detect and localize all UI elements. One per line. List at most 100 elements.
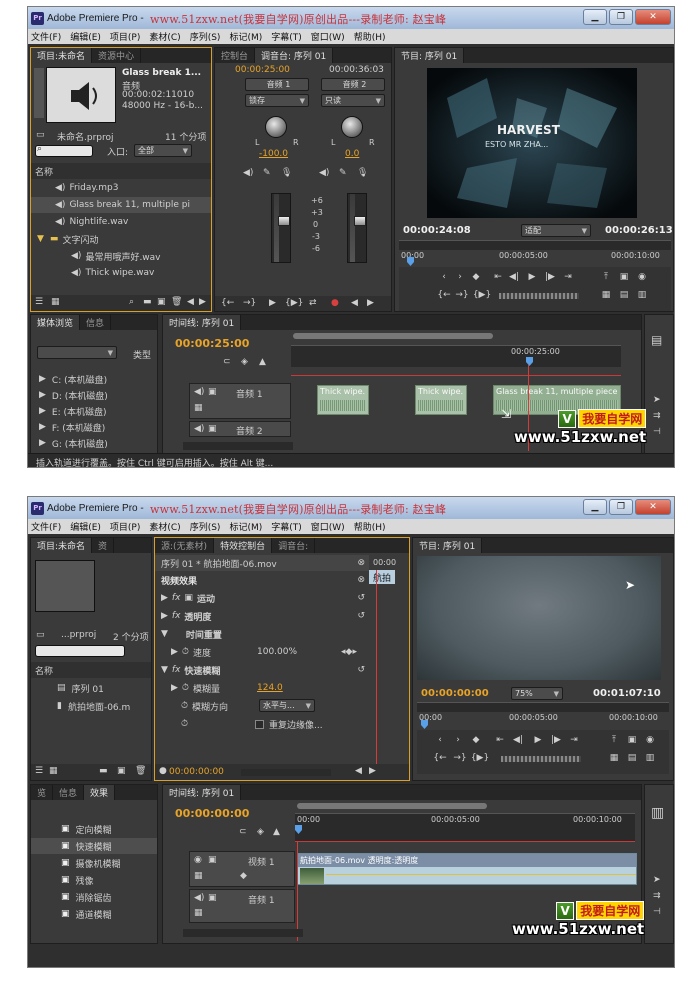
loop-icon[interactable]: ⇄ (309, 298, 317, 308)
scroll-right-icon[interactable]: ▶ (199, 297, 206, 307)
effect-controls-timecode[interactable]: 00:00:00:00 (169, 767, 224, 777)
play-icon[interactable]: ▶ (531, 734, 545, 746)
timeline-zoom-slider[interactable] (183, 442, 293, 450)
scroll-left-icon[interactable]: ◀ (351, 298, 358, 308)
menu-clip[interactable]: 素材(C) (149, 30, 180, 43)
list-item[interactable]: ▮ 航拍地面-06.m (31, 698, 151, 714)
keyframe-navigator-icon[interactable]: ◂◆▸ (341, 647, 357, 657)
tab-project[interactable]: 项目:未命名 (31, 48, 93, 63)
mark-out-icon[interactable]: › (451, 734, 465, 746)
close-icon[interactable]: ✕ (635, 9, 671, 25)
track-select-tool-icon[interactable]: ⇉ (653, 891, 661, 901)
eye-icon[interactable]: ◉ (194, 855, 202, 865)
audio-clip[interactable]: Thick wipe. (415, 385, 467, 415)
channel-2-automation-select[interactable]: 只读 ▼ (321, 94, 385, 107)
preview-play-strip[interactable] (34, 68, 44, 118)
list-item[interactable]: ▣ 通道模糊 (31, 906, 157, 922)
tab-info[interactable]: 信息 (53, 785, 85, 800)
scroll-left-icon[interactable]: ◀ (187, 297, 194, 307)
tab-source[interactable]: 源:(无素材) (155, 538, 215, 553)
menu-sequence[interactable]: 序列(S) (190, 30, 221, 43)
set-marker-icon[interactable]: ◆ (469, 271, 483, 283)
list-item[interactable]: ▶ G: (本机磁盘) (31, 435, 157, 451)
ripple-edit-tool-icon[interactable]: ⊣ (653, 427, 661, 437)
minimize-icon[interactable]: ▁ (583, 9, 607, 25)
set-marker-icon[interactable]: ◆ (469, 734, 483, 746)
media-location-select[interactable]: ▼ (37, 346, 117, 359)
go-to-previous-edit-icon[interactable]: ⇤ (491, 271, 505, 283)
effect-zoom-slider[interactable] (241, 769, 331, 776)
clip-tag[interactable]: 航拍 (369, 570, 395, 584)
go-to-out-icon[interactable]: →} (243, 298, 256, 308)
effect-row-fast-blur[interactable]: ▼ fx 快速模糊 ↺ (155, 662, 369, 678)
search-input[interactable] (35, 645, 125, 657)
new-bin-icon[interactable]: ▬ (143, 297, 152, 307)
program-time-ruler[interactable] (399, 240, 671, 250)
export-frame-icon[interactable]: ◉ (635, 271, 649, 283)
play-in-out-icon[interactable]: {▶} (471, 752, 489, 764)
reset-icon[interactable]: ↺ (357, 593, 365, 603)
list-item[interactable]: ▶ F: (本机磁盘) (31, 419, 157, 435)
channel-1-automation-select[interactable]: 锁存 ▼ (245, 94, 309, 107)
clip-header-collapse-icon[interactable]: ⊗ (357, 558, 365, 568)
speaker-icon[interactable]: ◀) (194, 387, 204, 397)
reset-icon[interactable]: ↺ (357, 665, 365, 675)
tools-menu-icon[interactable]: ▤ (651, 333, 662, 347)
list-item[interactable]: ◀) Friday.mp3 (31, 180, 211, 196)
list-item[interactable]: ▣ 定向模糊 (31, 821, 157, 837)
track-name-audio-2[interactable]: 音频 2 (236, 424, 263, 437)
list-item[interactable]: ▶ C: (本机磁盘) (31, 371, 157, 387)
timeline-current-timecode[interactable]: 00:00:00:00 (175, 807, 249, 820)
step-forward-icon[interactable]: |▶ (549, 734, 563, 746)
video-clip[interactable]: 航拍地面-06.mov 透明度:透明度 (297, 853, 637, 885)
reset-icon[interactable]: ↺ (357, 611, 365, 621)
list-item[interactable]: ◀) Glass break 11, multiple pi (31, 197, 211, 213)
output-icon[interactable]: ▥ (635, 289, 649, 301)
tab-timeline[interactable]: 时间线: 序列 01 (163, 315, 242, 330)
menu-window[interactable]: 窗口(W) (311, 30, 345, 43)
keyframe-toggle-icon[interactable]: ⏱ (178, 647, 189, 657)
list-item[interactable]: ▤ 序列 01 (31, 680, 151, 696)
collapse-icon[interactable]: ⊗ (357, 575, 365, 585)
sync-lock-icon[interactable]: ▣ (208, 424, 217, 434)
blur-direction-select[interactable]: 水平与... ▼ (259, 699, 315, 712)
icon-view-icon[interactable]: ▦ (51, 297, 60, 307)
extract-icon[interactable]: ▣ (617, 271, 631, 283)
menu-title[interactable]: 字幕(T) (271, 520, 302, 533)
speaker-icon[interactable]: ◀) (194, 424, 204, 434)
fader-handle[interactable] (278, 216, 290, 226)
go-to-in-icon[interactable]: {← (433, 752, 447, 764)
play-icon[interactable]: ▶ (525, 271, 539, 283)
scroll-right-icon[interactable]: ▶ (367, 298, 374, 308)
tab-program[interactable]: 节目: 序列 01 (413, 538, 483, 553)
channel-2-pan-knob[interactable] (341, 116, 363, 138)
trash-icon[interactable]: 🗑 (171, 297, 182, 307)
go-to-previous-edit-icon[interactable]: ⇤ (493, 734, 507, 746)
mute-icon[interactable]: ◀) (319, 168, 329, 178)
shuttle-slider[interactable] (501, 756, 581, 762)
ripple-edit-tool-icon[interactable]: ⊣ (653, 907, 661, 917)
menu-project[interactable]: 项目(P) (110, 520, 140, 533)
tab-project[interactable]: 项目:未命名 (31, 538, 93, 553)
tab-resource-center[interactable]: 资源中心 (92, 48, 142, 63)
selection-tool-icon[interactable]: ➤ (653, 875, 661, 885)
list-item[interactable]: ▼ ▬ 文字闪动 (31, 231, 211, 247)
new-item-icon[interactable]: ▣ (117, 766, 126, 776)
keyframe-toggle-icon[interactable]: ⏱ (178, 683, 189, 693)
tab-media-browser[interactable]: 媒体浏览 (31, 315, 81, 330)
search-input[interactable] (35, 145, 93, 157)
tab-resource-center[interactable]: 资 (92, 538, 115, 553)
step-back-icon[interactable]: ◀| (511, 734, 525, 746)
tab-info[interactable]: 信息 (80, 315, 112, 330)
go-to-out-icon[interactable]: →} (455, 289, 469, 301)
list-view-icon[interactable]: ☰ (35, 766, 43, 776)
snap-icon[interactable]: ⊂ (239, 827, 247, 837)
menu-help[interactable]: 帮助(H) (354, 520, 386, 533)
close-icon[interactable]: ✕ (635, 499, 671, 515)
play-in-out-icon[interactable]: {▶} (473, 289, 491, 301)
export-frame-icon[interactable]: ◉ (643, 734, 657, 746)
list-item[interactable]: ◀) Nightlife.wav (31, 214, 211, 230)
program-time-ruler[interactable] (417, 702, 669, 712)
program-playhead[interactable] (421, 720, 428, 729)
timeline-zoom-bar[interactable] (297, 803, 487, 809)
